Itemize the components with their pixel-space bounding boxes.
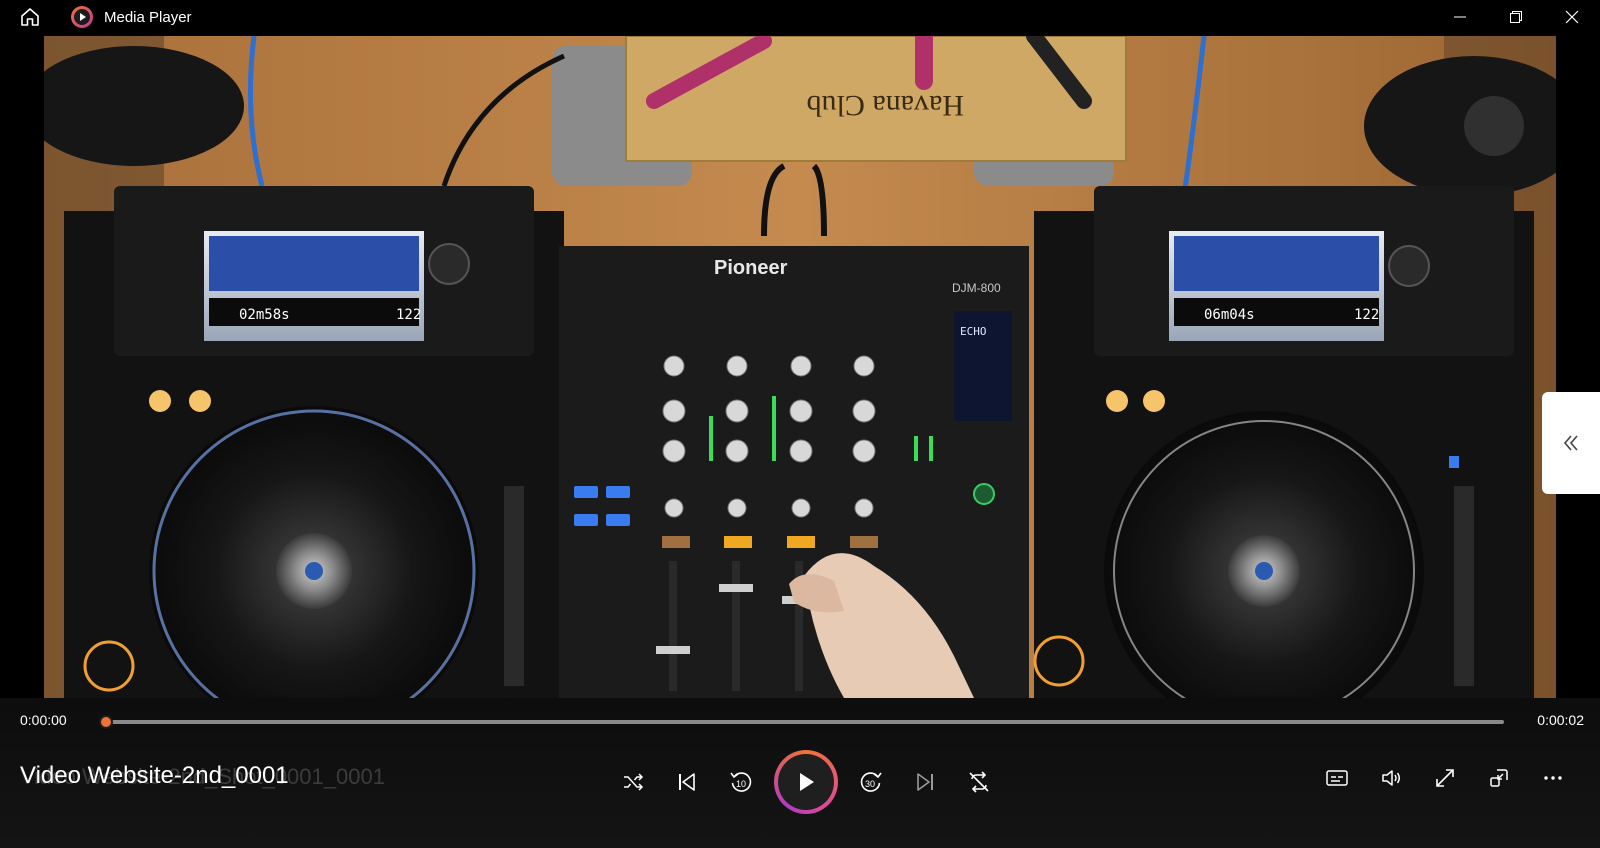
shuffle-icon bbox=[624, 773, 644, 791]
fx-display: ECHO bbox=[960, 325, 987, 338]
shuffle-button[interactable] bbox=[606, 755, 660, 809]
mixer-brand: Pioneer bbox=[714, 257, 788, 279]
bottle-label: Havana Club bbox=[807, 89, 964, 122]
rewind-10-button[interactable]: 10 bbox=[714, 755, 768, 809]
play-button[interactable] bbox=[774, 750, 838, 814]
transport-controls: 10 30 bbox=[606, 750, 1006, 814]
video-content: Havana Club 02m58s 122 Pioneer DJM-800 E… bbox=[44, 36, 1556, 698]
fullscreen-icon bbox=[1436, 769, 1454, 787]
media-player-app-icon bbox=[70, 5, 94, 29]
minimize-button[interactable] bbox=[1432, 0, 1488, 34]
svg-text:30: 30 bbox=[865, 779, 875, 789]
video-frame[interactable]: Havana Club 02m58s 122 Pioneer DJM-800 E… bbox=[44, 36, 1556, 698]
repeat-button[interactable] bbox=[952, 755, 1006, 809]
svg-text:10: 10 bbox=[736, 779, 746, 789]
left-deck-bpm: 122 bbox=[396, 307, 421, 323]
maximize-button[interactable] bbox=[1488, 0, 1544, 34]
rewind-10-icon: 10 bbox=[730, 772, 752, 792]
restore-icon bbox=[1510, 11, 1522, 23]
home-icon bbox=[21, 8, 39, 26]
seek-bar[interactable] bbox=[99, 715, 1504, 729]
side-panel-toggle[interactable] bbox=[1542, 392, 1600, 494]
right-deck-time: 06m04s bbox=[1204, 307, 1255, 323]
mixer-model: DJM-800 bbox=[952, 281, 1001, 295]
previous-icon bbox=[679, 773, 695, 791]
forward-30-icon: 30 bbox=[860, 772, 882, 792]
volume-icon bbox=[1382, 770, 1400, 786]
window-title: Media Player bbox=[104, 8, 192, 26]
left-deck-time: 02m58s bbox=[239, 307, 290, 323]
volume-button[interactable] bbox=[1364, 756, 1418, 800]
next-icon bbox=[917, 773, 933, 791]
close-icon bbox=[1565, 10, 1579, 24]
fullscreen-button[interactable] bbox=[1418, 756, 1472, 800]
miniplayer-icon bbox=[1490, 769, 1508, 787]
miniplayer-button[interactable] bbox=[1472, 756, 1526, 800]
secondary-controls bbox=[1310, 756, 1580, 800]
more-button[interactable] bbox=[1526, 756, 1580, 800]
home-button[interactable] bbox=[0, 0, 60, 34]
captions-button[interactable] bbox=[1310, 756, 1364, 800]
repeat-off-icon bbox=[969, 771, 989, 793]
media-title: Video Website-2nd_0001 bbox=[20, 762, 289, 789]
play-icon bbox=[800, 773, 814, 791]
seek-thumb[interactable] bbox=[99, 715, 113, 729]
previous-button[interactable] bbox=[660, 755, 714, 809]
current-time: 0:00:00 bbox=[20, 712, 67, 728]
forward-30-button[interactable]: 30 bbox=[844, 755, 898, 809]
close-button[interactable] bbox=[1544, 0, 1600, 34]
right-deck-bpm: 122 bbox=[1354, 307, 1379, 323]
minimize-icon bbox=[1454, 16, 1466, 18]
captions-icon bbox=[1326, 770, 1348, 786]
window-controls bbox=[1432, 0, 1600, 34]
title-bar: Media Player bbox=[0, 0, 1600, 34]
total-time: 0:00:02 bbox=[1537, 712, 1584, 728]
next-button[interactable] bbox=[898, 755, 952, 809]
more-icon bbox=[1544, 776, 1562, 780]
chevron-double-left-icon bbox=[1563, 435, 1578, 451]
playback-controls: 0:00:00 0:00:02 Video Website-2nd_Shot_0… bbox=[0, 698, 1600, 848]
